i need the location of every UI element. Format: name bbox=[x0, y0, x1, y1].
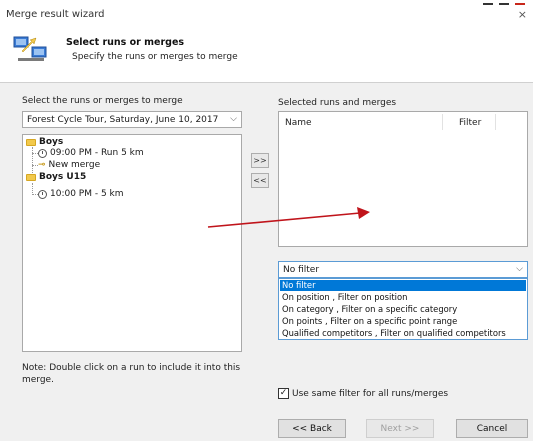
filter-option-qualified[interactable]: Qualified competitors , Filter on qualif… bbox=[280, 328, 526, 339]
same-filter-checkbox[interactable]: ✓ Use same filter for all runs/merges bbox=[278, 388, 448, 399]
runs-tree[interactable]: Boys 09:00 PM - Run 5 km ⊸ New merge Boy… bbox=[22, 134, 242, 352]
title-bar: Merge result wizard × bbox=[0, 0, 533, 26]
filter-option-points[interactable]: On points , Filter on a specific point r… bbox=[280, 316, 526, 327]
maximize-icon[interactable] bbox=[499, 0, 509, 5]
back-button[interactable]: << Back bbox=[278, 419, 346, 438]
header-title: Select runs or merges bbox=[66, 37, 185, 48]
merge-icon: ⊸ bbox=[38, 160, 46, 170]
tree-item-label: 09:00 PM - Run 5 km bbox=[50, 148, 144, 158]
tree-item-label: 10:00 PM - 5 km bbox=[50, 189, 124, 199]
list-header: Name Filter bbox=[279, 112, 527, 132]
tree-item-boys[interactable]: Boys bbox=[26, 137, 63, 147]
filter-select[interactable]: No filter ⌵ bbox=[278, 261, 528, 278]
filter-option-no-filter[interactable]: No filter bbox=[280, 280, 526, 291]
chevron-down-icon: ⌵ bbox=[516, 264, 523, 274]
filter-option-position[interactable]: On position , Filter on position bbox=[280, 292, 526, 303]
folder-icon bbox=[26, 173, 36, 181]
wizard-footer: << Back Next >> Cancel bbox=[0, 405, 533, 441]
remove-button[interactable]: << bbox=[251, 173, 269, 188]
cancel-button[interactable]: Cancel bbox=[456, 419, 528, 438]
tree-item-new-merge[interactable]: ⊸ New merge bbox=[38, 160, 100, 170]
column-divider[interactable] bbox=[495, 114, 496, 130]
tree-item-label: Boys bbox=[39, 137, 64, 147]
next-button[interactable]: Next >> bbox=[366, 419, 434, 438]
right-panel-label: Selected runs and merges bbox=[278, 98, 397, 108]
wizard-icon bbox=[13, 36, 47, 61]
column-name[interactable]: Name bbox=[285, 118, 312, 128]
tree-item-boys-u15[interactable]: Boys U15 bbox=[26, 172, 86, 182]
tree-item-label: New merge bbox=[48, 160, 101, 170]
note-text: Note: Double click on a run to include i… bbox=[22, 363, 241, 385]
window-title: Merge result wizard bbox=[6, 9, 105, 20]
filter-dropdown: No filter On position , Filter on positi… bbox=[278, 278, 528, 340]
add-button[interactable]: >> bbox=[251, 153, 269, 168]
event-select[interactable]: Forest Cycle Tour, Saturday, June 10, 20… bbox=[22, 111, 242, 128]
minimize-icon[interactable] bbox=[483, 0, 493, 5]
close-window-icon[interactable] bbox=[515, 0, 525, 5]
folder-icon bbox=[26, 138, 36, 146]
left-panel-label: Select the runs or merges to merge bbox=[22, 96, 183, 106]
tree-item-run-5km[interactable]: 09:00 PM - Run 5 km bbox=[38, 148, 144, 158]
chevron-down-icon: ⌵ bbox=[230, 114, 237, 124]
clock-icon bbox=[38, 148, 47, 158]
selected-runs-list[interactable]: Name Filter bbox=[278, 111, 528, 247]
checkbox-checked-icon[interactable]: ✓ bbox=[278, 388, 289, 399]
column-divider[interactable] bbox=[442, 114, 443, 130]
same-filter-label: Use same filter for all runs/merges bbox=[292, 388, 449, 399]
event-select-value: Forest Cycle Tour, Saturday, June 10, 20… bbox=[27, 115, 219, 125]
filter-option-category[interactable]: On category , Filter on a specific categ… bbox=[280, 304, 526, 315]
column-filter[interactable]: Filter bbox=[459, 118, 481, 128]
filter-select-value: No filter bbox=[283, 265, 320, 275]
tree-item-label: Boys U15 bbox=[39, 172, 87, 182]
header-subtitle: Specify the runs or merges to merge bbox=[72, 52, 238, 62]
close-icon[interactable]: × bbox=[518, 8, 527, 21]
clock-icon bbox=[38, 189, 47, 199]
wizard-header: Select runs or merges Specify the runs o… bbox=[0, 26, 533, 82]
tree-item-5km[interactable]: 10:00 PM - 5 km bbox=[38, 189, 124, 199]
window-controls[interactable] bbox=[483, 0, 525, 6]
